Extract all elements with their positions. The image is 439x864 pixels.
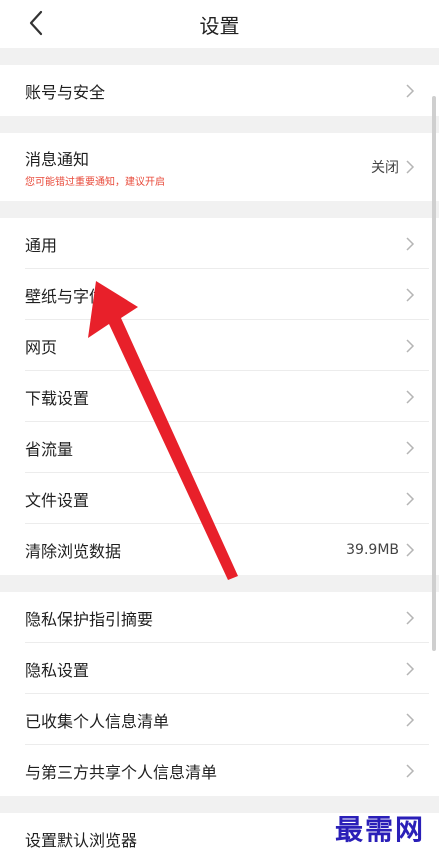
- row-value: 关闭: [371, 160, 399, 176]
- row-label: 下载设置: [25, 388, 90, 408]
- app-header: 设置: [0, 0, 439, 48]
- row-label: 通用: [25, 235, 58, 255]
- settings-list: 账号与安全 消息通知 您可能错过重要通知，建议开启 关闭 通用 壁纸与字体 网页…: [0, 48, 439, 864]
- row-message-notification[interactable]: 消息通知 您可能错过重要通知，建议开启 关闭: [0, 133, 439, 201]
- row-label: 设置默认浏览器: [25, 830, 138, 850]
- row-value: 39.9MB: [346, 541, 399, 558]
- row-label: 壁纸与字体: [25, 286, 106, 306]
- row-clear-browsing-data[interactable]: 清除浏览数据 39.9MB: [0, 524, 439, 575]
- chevron-right-icon: [406, 491, 415, 506]
- row-third-party-sharing-list[interactable]: 与第三方共享个人信息清单: [0, 745, 439, 796]
- chevron-right-icon: [406, 661, 415, 676]
- scrollbar[interactable]: [432, 96, 436, 651]
- row-label: 消息通知: [25, 150, 90, 169]
- row-collected-info-list[interactable]: 已收集个人信息清单: [0, 694, 439, 745]
- row-label: 清除浏览数据: [25, 541, 122, 561]
- page-title: 设置: [199, 14, 240, 38]
- row-account-security[interactable]: 账号与安全: [0, 65, 439, 116]
- row-file-settings[interactable]: 文件设置: [0, 473, 439, 524]
- row-download-settings[interactable]: 下载设置: [0, 371, 439, 422]
- row-label: 账号与安全: [25, 82, 106, 102]
- chevron-right-icon: [406, 83, 415, 98]
- row-general[interactable]: 通用: [0, 218, 439, 269]
- row-label: 已收集个人信息清单: [25, 711, 170, 731]
- row-label: 隐私设置: [25, 660, 90, 680]
- row-privacy-summary[interactable]: 隐私保护指引摘要: [0, 592, 439, 643]
- row-privacy-settings[interactable]: 隐私设置: [0, 643, 439, 694]
- watermark-logo: 最需网: [334, 813, 425, 846]
- row-wallpaper-font[interactable]: 壁纸与字体: [0, 269, 439, 320]
- chevron-right-icon: [406, 440, 415, 455]
- chevron-right-icon: [406, 610, 415, 625]
- chevron-right-icon: [406, 338, 415, 353]
- section-gap: [0, 48, 439, 65]
- row-label: 与第三方共享个人信息清单: [25, 762, 218, 782]
- section-gap: [0, 201, 439, 218]
- chevron-right-icon: [406, 236, 415, 251]
- row-webpage[interactable]: 网页: [0, 320, 439, 371]
- chevron-right-icon: [406, 712, 415, 727]
- row-label: 网页: [25, 337, 58, 357]
- chevron-right-icon: [406, 763, 415, 778]
- row-label: 文件设置: [25, 490, 90, 510]
- section-gap: [0, 116, 439, 133]
- row-label: 省流量: [25, 439, 74, 459]
- chevron-right-icon: [406, 160, 415, 174]
- row-hint: 您可能错过重要通知，建议开启: [25, 177, 165, 188]
- row-label: 隐私保护指引摘要: [25, 609, 154, 629]
- chevron-right-icon: [406, 389, 415, 404]
- chevron-right-icon: [406, 287, 415, 302]
- row-data-saver[interactable]: 省流量: [0, 422, 439, 473]
- section-gap: [0, 575, 439, 592]
- chevron-right-icon: [406, 542, 415, 557]
